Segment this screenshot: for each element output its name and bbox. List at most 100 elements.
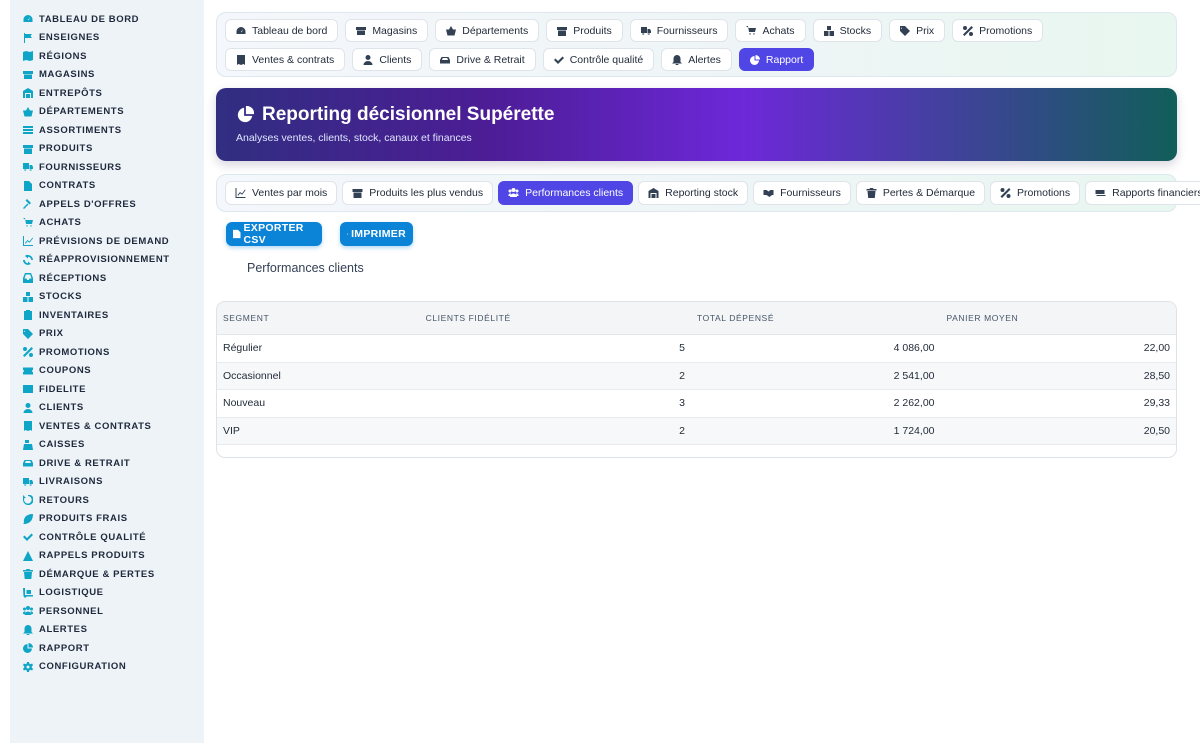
- sidebar-item-32[interactable]: PERSONNEL: [10, 602, 204, 621]
- report-tab-0[interactable]: Ventes par mois: [225, 181, 338, 205]
- sidebar-item-1[interactable]: ENSEIGNES: [10, 29, 204, 48]
- table-header: SEGMENT CLIENTS FIDÉLITÉ TOTAL DÉPENSÉ P…: [217, 302, 1176, 335]
- nav-tab-label: Promotions: [979, 24, 1033, 37]
- leaf-icon: [23, 513, 33, 524]
- sidebar-item-21[interactable]: CLIENTS: [10, 399, 204, 418]
- sidebar-item-12[interactable]: PRÉVISIONS DE DEMAND: [10, 232, 204, 251]
- sidebar-item-19[interactable]: COUPONS: [10, 362, 204, 381]
- sidebar-item-label: RAPPELS PRODUITS: [39, 550, 146, 562]
- truck-icon: [23, 163, 33, 171]
- sidebar-item-20[interactable]: FIDELITE: [10, 380, 204, 399]
- handshake-icon: [763, 190, 774, 197]
- print-button[interactable]: IMPRIMER: [340, 222, 413, 246]
- nav-tab-7[interactable]: Prix: [889, 19, 946, 42]
- sidebar-item-8[interactable]: FOURNISSEURS: [10, 158, 204, 177]
- sidebar-item-22[interactable]: VENTES & CONTRATS: [10, 417, 204, 436]
- file-icon: [24, 180, 32, 191]
- sidebar-item-33[interactable]: ALERTES: [10, 621, 204, 640]
- export-csv-button[interactable]: EXPORTER CSV: [226, 222, 322, 246]
- sidebar-item-26[interactable]: RETOURS: [10, 491, 204, 510]
- sidebar-item-label: ALERTES: [39, 624, 88, 636]
- sidebar-item-16[interactable]: INVENTAIRES: [10, 306, 204, 325]
- nav-tab-4[interactable]: Fournisseurs: [629, 19, 729, 42]
- sidebar-item-2[interactable]: RÉGIONS: [10, 47, 204, 66]
- sidebar-icon: [23, 587, 33, 598]
- report-tab-7[interactable]: Rapports financiers: [1085, 181, 1200, 205]
- sidebar-item-24[interactable]: DRIVE & RETRAIT: [10, 454, 204, 473]
- receipt-icon: [237, 54, 245, 65]
- nav-tab-10[interactable]: Clients: [352, 48, 423, 71]
- truck-icon: [640, 26, 651, 35]
- sidebar-icon: [23, 458, 33, 468]
- nav-tab-11[interactable]: Drive & Retrait: [429, 48, 536, 71]
- sidebar-item-label: ASSORTIMENTS: [39, 124, 122, 136]
- nav-tab-2[interactable]: Départements: [435, 19, 540, 42]
- nav-tab-0[interactable]: Tableau de bord: [225, 19, 339, 42]
- table-cell: Occasionnel: [223, 369, 281, 382]
- report-tab-5[interactable]: Pertes & Démarque: [855, 181, 986, 205]
- sidebar-item-11[interactable]: ACHATS: [10, 214, 204, 233]
- column-header-average-basket[interactable]: PANIER MOYEN: [941, 313, 1177, 323]
- report-tab-1[interactable]: Produits les plus vendus: [342, 181, 494, 205]
- sidebar-item-17[interactable]: PRIX: [10, 325, 204, 344]
- sidebar-item-27[interactable]: PRODUITS FRAIS: [10, 510, 204, 529]
- sidebar-item-label: ENSEIGNES: [39, 32, 100, 44]
- sidebar-item-label: FOURNISSEURS: [39, 161, 122, 173]
- sidebar-item-label: PRIX: [39, 328, 64, 340]
- sidebar-item-31[interactable]: LOGISTIQUE: [10, 584, 204, 603]
- report-tab-label: Ventes par mois: [252, 187, 328, 199]
- sidebar-item-30[interactable]: DÉMARQUE & PERTES: [10, 565, 204, 584]
- users-icon: [23, 606, 33, 616]
- nav-tab-14[interactable]: Rapport: [738, 48, 815, 71]
- report-tab-3[interactable]: Reporting stock: [638, 181, 749, 205]
- sidebar-item-0[interactable]: TABLEAU DE BORD: [10, 10, 204, 29]
- sidebar-item-7[interactable]: PRODUITS: [10, 140, 204, 159]
- nav-tab-6[interactable]: Stocks: [812, 19, 883, 42]
- gauge-icon: [236, 26, 246, 34]
- sidebar-item-13[interactable]: RÉAPPROVISIONNEMENT: [10, 251, 204, 270]
- report-tab-4[interactable]: Fournisseurs: [753, 181, 851, 205]
- nav-tab-13[interactable]: Alertes: [661, 48, 732, 71]
- tag-icon: [900, 25, 911, 36]
- nav-tab-label: Alertes: [688, 53, 721, 66]
- nav-tab-12[interactable]: Contrôle qualité: [542, 48, 655, 71]
- sidebar-item-25[interactable]: LIVRAISONS: [10, 473, 204, 492]
- table-body: Régulier 5 4 086,00 22,00 Occasionnel 2 2 541,…: [217, 335, 1176, 445]
- sidebar-item-14[interactable]: RÉCEPTIONS: [10, 269, 204, 288]
- sidebar-item-35[interactable]: CONFIGURATION: [10, 658, 204, 677]
- nav-tab-label: Produits: [573, 24, 612, 37]
- list-icon: [23, 126, 33, 135]
- sidebar-item-10[interactable]: APPELS D'OFFRES: [10, 195, 204, 214]
- report-tab-6[interactable]: Promotions: [990, 181, 1081, 205]
- sidebar-item-28[interactable]: CONTRÔLE QUALITÉ: [10, 528, 204, 547]
- table-cell: 2 541,00: [893, 369, 935, 382]
- nav-tab-3[interactable]: Produits: [546, 19, 623, 42]
- nav-tab-8[interactable]: Promotions: [952, 19, 1044, 42]
- sidebar-icon: [23, 88, 33, 99]
- report-tab-2[interactable]: Performances clients: [498, 181, 634, 205]
- sidebar-item-29[interactable]: RAPPELS PRODUITS: [10, 547, 204, 566]
- sidebar-item-4[interactable]: ENTREPÔTS: [10, 84, 204, 103]
- sidebar-item-label: ACHATS: [39, 217, 82, 229]
- column-header-loyal-clients[interactable]: CLIENTS FIDÉLITÉ: [420, 313, 691, 323]
- sidebar-item-23[interactable]: CAISSES: [10, 436, 204, 455]
- sidebar-item-15[interactable]: STOCKS: [10, 288, 204, 307]
- column-header-total-spent[interactable]: TOTAL DÉPENSÉ: [691, 313, 940, 323]
- sidebar-item-5[interactable]: DÉPARTEMENTS: [10, 103, 204, 122]
- sidebar-icon: [23, 106, 33, 117]
- sidebar-icon: [23, 606, 33, 616]
- report-tab-label: Produits les plus vendus: [369, 187, 484, 199]
- ticket-icon: [23, 367, 33, 375]
- nav-tab-1[interactable]: Magasins: [345, 19, 429, 42]
- car-icon: [440, 56, 451, 63]
- sidebar-item-34[interactable]: RAPPORT: [10, 639, 204, 658]
- box-icon: [352, 189, 363, 198]
- sidebar-item-9[interactable]: CONTRATS: [10, 177, 204, 196]
- nav-tab-5[interactable]: Achats: [735, 19, 806, 42]
- sidebar-item-3[interactable]: MAGASINS: [10, 66, 204, 85]
- column-header-segment[interactable]: SEGMENT: [217, 313, 420, 323]
- sidebar-item-6[interactable]: ASSORTIMENTS: [10, 121, 204, 140]
- nav-tab-9[interactable]: Ventes & contrats: [225, 48, 346, 71]
- report-tab-label: Performances clients: [525, 187, 624, 199]
- sidebar-item-18[interactable]: PROMOTIONS: [10, 343, 204, 362]
